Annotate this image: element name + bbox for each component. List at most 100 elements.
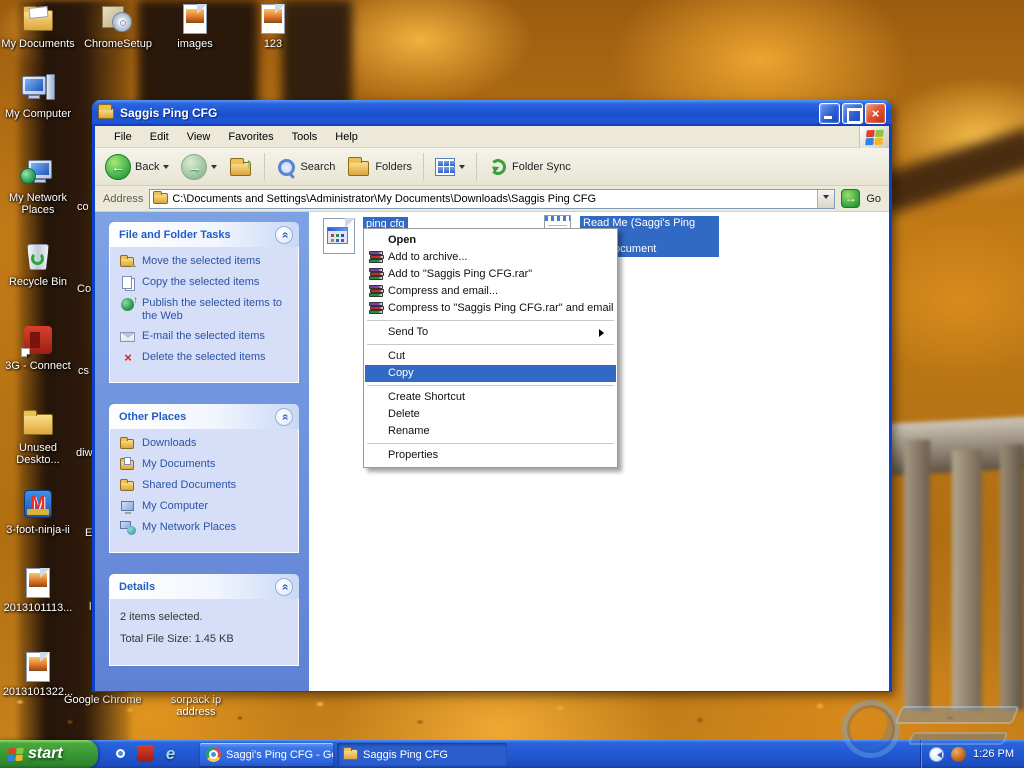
up-button[interactable]: ↑ bbox=[225, 153, 257, 181]
menu-help[interactable]: Help bbox=[326, 128, 367, 146]
desktop-icon-my-computer[interactable]: My Computer bbox=[0, 72, 76, 120]
context-item-properties[interactable]: Properties bbox=[365, 447, 616, 464]
desktop-icon-label-sorpack[interactable]: sorpack ip address bbox=[162, 694, 230, 718]
desktop-icon-unused-desktop[interactable]: Unused Deskto... bbox=[0, 406, 76, 466]
place-my-documents[interactable]: My Documents bbox=[120, 458, 292, 472]
context-item-create-shortcut[interactable]: Create Shortcut bbox=[365, 389, 616, 406]
search-button[interactable]: Search bbox=[272, 155, 339, 179]
context-item-add-to-archive[interactable]: Add to archive... bbox=[365, 249, 616, 266]
quicklaunch-internet-explorer-icon[interactable]: e bbox=[162, 745, 179, 762]
context-item-cut[interactable]: Cut bbox=[365, 348, 616, 365]
section-header[interactable]: Details » bbox=[109, 574, 299, 599]
place-shared-documents[interactable]: Shared Documents bbox=[120, 479, 292, 493]
title-bar[interactable]: Saggis Ping CFG × bbox=[92, 100, 892, 126]
task-copy-items[interactable]: Copy the selected items bbox=[120, 276, 292, 290]
collapse-chevron-icon[interactable]: » bbox=[275, 226, 293, 244]
go-label[interactable]: Go bbox=[866, 193, 881, 205]
desktop-icon-3-foot-ninja[interactable]: M 3-foot-ninja-ii bbox=[0, 488, 76, 536]
address-path[interactable]: C:\Documents and Settings\Administrator\… bbox=[172, 193, 817, 205]
maximize-button[interactable] bbox=[842, 103, 863, 124]
desktop-icon-recycle-bin[interactable]: Recycle Bin bbox=[0, 240, 76, 288]
address-folder-icon bbox=[153, 193, 168, 204]
address-dropdown-button[interactable] bbox=[817, 190, 834, 208]
task-email-items[interactable]: E-mail the selected items bbox=[120, 330, 292, 344]
winrar-icon bbox=[369, 302, 384, 315]
clock[interactable]: 1:26 PM bbox=[973, 748, 1014, 760]
menu-tools[interactable]: Tools bbox=[283, 128, 327, 146]
task-delete-items[interactable]: × Delete the selected items bbox=[120, 351, 292, 365]
desktop-icon-chrome-setup[interactable]: ChromeSetup bbox=[80, 2, 156, 50]
menu-favorites[interactable]: Favorites bbox=[219, 128, 282, 146]
context-item-compress-email[interactable]: Compress and email... bbox=[365, 283, 616, 300]
desktop-icon-123[interactable]: 123 bbox=[235, 2, 311, 50]
task-publish-items[interactable]: Publish the selected items to the Web bbox=[120, 297, 292, 323]
fence-post bbox=[952, 450, 982, 710]
windows-flag-icon bbox=[7, 747, 23, 761]
collapse-chevron-icon[interactable]: » bbox=[275, 578, 293, 596]
my-computer-icon bbox=[20, 72, 56, 106]
icon-label-fragment: co bbox=[77, 201, 89, 213]
icon-label: Unused Deskto... bbox=[0, 442, 76, 466]
desktop-icon-photo-2[interactable]: 2013101322... bbox=[0, 650, 76, 698]
close-button[interactable]: × bbox=[865, 103, 886, 124]
views-dropdown-icon[interactable] bbox=[459, 165, 465, 172]
context-item-add-to-rar[interactable]: Add to "Saggis Ping CFG.rar" bbox=[365, 266, 616, 283]
image-file-icon bbox=[255, 2, 291, 36]
folders-label: Folders bbox=[375, 161, 412, 173]
taskbar-task-chrome[interactable]: Saggi's Ping CFG - Go... bbox=[200, 743, 333, 766]
desktop-icon-images[interactable]: images bbox=[157, 2, 233, 50]
menu-file[interactable]: File bbox=[105, 128, 141, 146]
desktop-icon-my-documents[interactable]: My Documents bbox=[0, 2, 76, 50]
file-icon-ping-cfg[interactable] bbox=[322, 218, 358, 256]
quicklaunch-3g-connect-icon[interactable] bbox=[137, 745, 154, 762]
icon-label-fragment: cs bbox=[78, 365, 89, 377]
folder-sync-label: Folder Sync bbox=[512, 161, 571, 173]
context-item-label: Add to "Saggis Ping CFG.rar" bbox=[388, 268, 532, 280]
forward-button[interactable]: → bbox=[177, 152, 221, 182]
menu-edit[interactable]: Edit bbox=[141, 128, 178, 146]
back-dropdown-icon[interactable] bbox=[163, 165, 169, 172]
taskbar-task-explorer[interactable]: Saggis Ping CFG bbox=[337, 743, 507, 766]
section-header[interactable]: Other Places » bbox=[109, 404, 299, 429]
collapse-chevron-icon[interactable]: » bbox=[275, 408, 293, 426]
start-button[interactable]: start bbox=[0, 740, 98, 768]
forward-dropdown-icon[interactable] bbox=[211, 165, 217, 172]
minimize-button[interactable] bbox=[819, 103, 840, 124]
icon-label: Recycle Bin bbox=[0, 276, 76, 288]
context-item-label: Compress to "Saggis Ping CFG.rar" and em… bbox=[388, 302, 613, 314]
folder-sync-icon bbox=[488, 157, 508, 177]
desktop-icon-3g-connect[interactable]: 3G - Connect bbox=[0, 324, 76, 372]
context-item-copy[interactable]: Copy bbox=[365, 365, 616, 382]
fence-post bbox=[1000, 445, 1024, 710]
desktop-icon-my-network-places[interactable]: My Network Places bbox=[0, 156, 76, 216]
icon-label-fragment: diw bbox=[76, 447, 93, 459]
section-title: Other Places bbox=[119, 411, 186, 423]
task-label: Saggi's Ping CFG - Go... bbox=[226, 749, 333, 761]
desktop-icon-photo-1[interactable]: 2013101113... bbox=[0, 566, 76, 614]
context-item-rename[interactable]: Rename bbox=[365, 423, 616, 440]
tray-app-icon[interactable] bbox=[951, 747, 966, 762]
context-item-send-to[interactable]: Send To bbox=[365, 324, 616, 341]
section-header[interactable]: File and Folder Tasks » bbox=[109, 222, 299, 247]
back-button[interactable]: ← Back bbox=[101, 152, 173, 182]
place-downloads[interactable]: Downloads bbox=[120, 437, 292, 451]
hide-icons-chevron[interactable] bbox=[929, 747, 944, 762]
context-item-open[interactable]: Open bbox=[365, 232, 616, 249]
folder-icon bbox=[343, 749, 358, 760]
folder-sync-button[interactable]: Folder Sync bbox=[484, 155, 575, 179]
context-item-delete[interactable]: Delete bbox=[365, 406, 616, 423]
address-input[interactable]: C:\Documents and Settings\Administrator\… bbox=[149, 189, 835, 209]
desktop-icon-label-google-chrome[interactable]: Google Chrome bbox=[64, 694, 174, 706]
context-item-compress-to-rar-email[interactable]: Compress to "Saggis Ping CFG.rar" and em… bbox=[365, 300, 616, 317]
place-my-network-places[interactable]: My Network Places bbox=[120, 521, 292, 535]
icon-label: 3G - Connect bbox=[0, 360, 76, 372]
icon-label: ChromeSetup bbox=[80, 38, 156, 50]
views-button[interactable] bbox=[431, 156, 469, 178]
search-label: Search bbox=[300, 161, 335, 173]
window-folder-icon bbox=[98, 106, 115, 120]
task-move-items[interactable]: → Move the selected items bbox=[120, 255, 292, 269]
place-my-computer[interactable]: My Computer bbox=[120, 500, 292, 514]
folders-button[interactable]: Folders bbox=[343, 153, 416, 181]
menu-view[interactable]: View bbox=[178, 128, 220, 146]
go-icon[interactable]: → bbox=[841, 189, 860, 208]
